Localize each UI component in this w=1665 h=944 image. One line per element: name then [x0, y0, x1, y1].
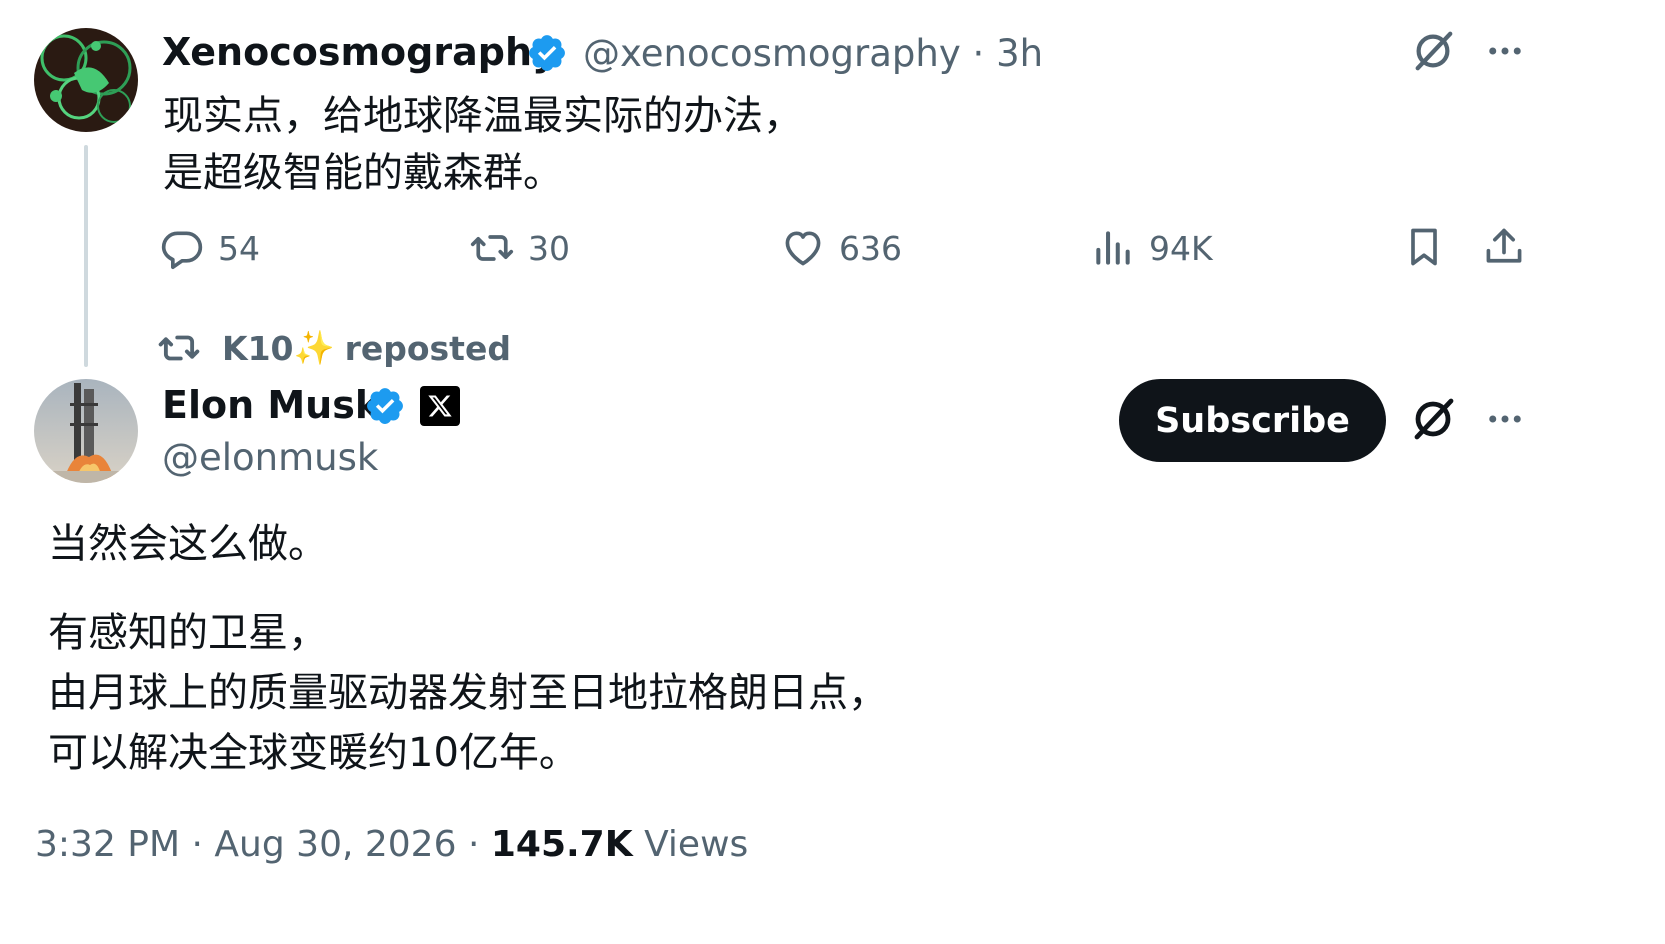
tweet-footer: 3:32 PM · Aug 30, 2026 · 145.7K Views: [35, 824, 748, 865]
views-button[interactable]: 94K: [1091, 222, 1213, 274]
x-logo-icon: [428, 395, 452, 417]
repost-count: 30: [528, 228, 570, 268]
meta-separator: ·: [972, 32, 985, 75]
main-tweet-paragraph-2: 有感知的卫星， 由月球上的质量驱动器发射至日地拉格朗日点， 可以解决全球变暖约1…: [48, 603, 888, 783]
like-count: 636: [839, 228, 902, 268]
post-time[interactable]: 3:32 PM: [35, 824, 180, 865]
text-line: 现实点，给地球降温最实际的办法，: [163, 93, 803, 139]
bookmark-icon: [1411, 228, 1437, 266]
reply-icon: [161, 231, 203, 270]
repost-icon: [470, 235, 514, 261]
more-icon: [1489, 415, 1521, 423]
avatar-image: [34, 379, 138, 483]
text-line: 是超级智能的戴森群。: [163, 150, 563, 196]
subscribe-button[interactable]: Subscribe: [1119, 379, 1386, 462]
footer-separator: ·: [467, 824, 480, 865]
x-affiliate-badge[interactable]: [420, 386, 460, 426]
main-tweet-paragraph-1: 当然会这么做。: [48, 521, 328, 567]
grok-icon: [1415, 31, 1453, 71]
reply-button[interactable]: 54: [160, 222, 260, 274]
author-handle[interactable]: @xenocosmography: [583, 32, 961, 75]
grok-button[interactable]: [1406, 392, 1460, 446]
like-button[interactable]: 636: [781, 222, 902, 274]
views-count: 145.7K: [490, 824, 633, 865]
share-icon: [1486, 228, 1522, 263]
avatar-elonmusk[interactable]: [34, 379, 138, 483]
avatar-xenocosmography[interactable]: [34, 28, 138, 132]
view-count: 94K: [1149, 228, 1213, 268]
tweet-time[interactable]: 3h: [996, 32, 1043, 75]
text-line: 有感知的卫星，: [48, 610, 328, 656]
thread-connector-line: [84, 145, 88, 367]
sparkle-emoji: ✨: [293, 328, 335, 367]
bookmark-button[interactable]: [1397, 220, 1451, 274]
footer-separator: ·: [191, 824, 203, 865]
verified-badge-icon: [367, 388, 403, 424]
more-icon: [1489, 47, 1521, 55]
verified-badge-icon: [529, 35, 565, 71]
views-label: Views: [644, 824, 749, 865]
more-options-button[interactable]: [1478, 24, 1532, 78]
repost-icon: [158, 335, 200, 361]
reply-count: 54: [218, 228, 260, 268]
views-icon: [1096, 231, 1130, 265]
reposter-name[interactable]: K10: [222, 329, 294, 368]
repost-banner[interactable]: K10 ✨ reposted: [158, 322, 511, 374]
author-handle[interactable]: @elonmusk: [162, 436, 378, 479]
grok-button[interactable]: [1406, 24, 1460, 78]
post-date[interactable]: Aug 30, 2026: [214, 824, 456, 865]
author-name[interactable]: Xenocosmography: [162, 30, 557, 74]
grok-icon: [1414, 398, 1454, 440]
text-line: 可以解决全球变暖约10亿年。: [48, 730, 579, 776]
reposted-label: reposted: [344, 328, 511, 368]
share-button[interactable]: [1477, 220, 1531, 274]
avatar-image: [34, 28, 138, 132]
author-name[interactable]: Elon Musk: [162, 383, 380, 427]
parent-tweet-text: 现实点，给地球降温最实际的办法， 是超级智能的戴森群。: [163, 88, 803, 202]
heart-icon: [785, 231, 821, 266]
author-meta: @xenocosmography · 3h: [583, 32, 1043, 75]
more-options-button[interactable]: [1478, 392, 1532, 446]
repost-button[interactable]: 30: [470, 222, 570, 274]
text-line: 由月球上的质量驱动器发射至日地拉格朗日点，: [48, 670, 888, 716]
